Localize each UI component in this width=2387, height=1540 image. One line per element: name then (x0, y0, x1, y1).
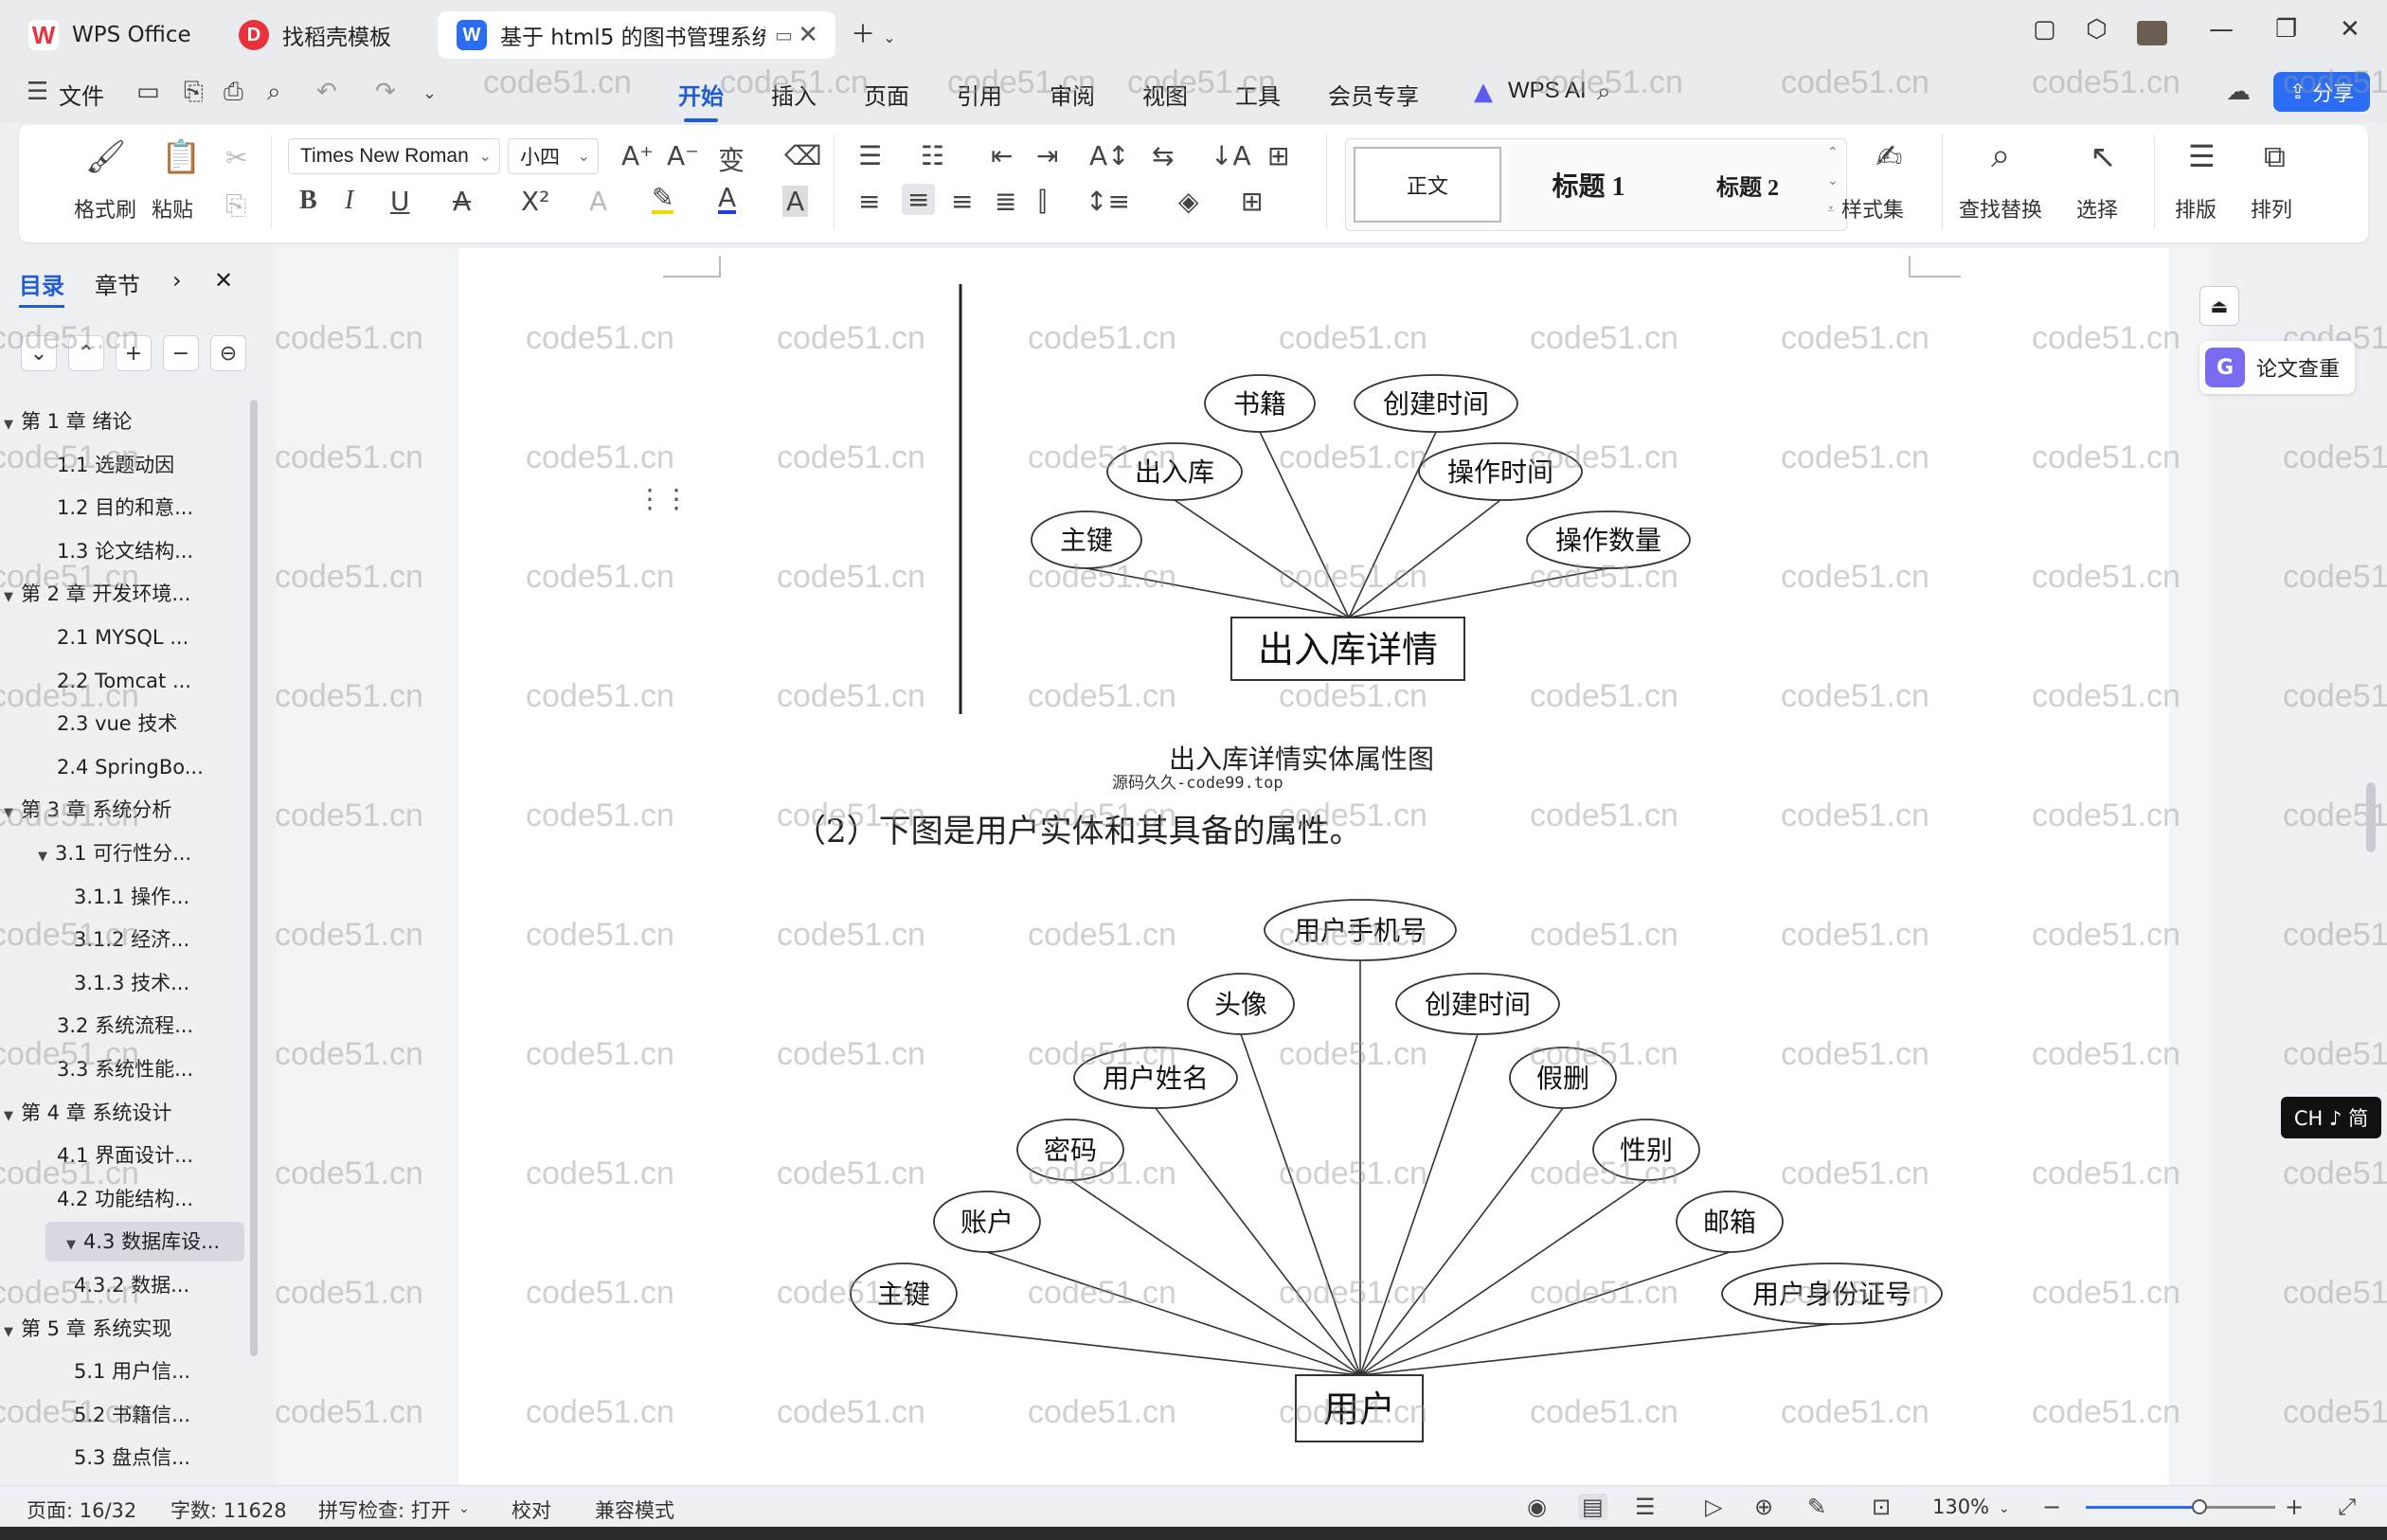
entity-label: 出入库详情 (1258, 629, 1438, 671)
zoom-slider-fill (2086, 1506, 2199, 1509)
attribute-label: 操作数量 (1555, 525, 1661, 556)
page-view-icon[interactable]: ▤ (1578, 1494, 1607, 1520)
paper-check-button[interactable]: G 论文查重 (2199, 341, 2355, 394)
zoom-slider[interactable] (2086, 1499, 2275, 1514)
relationship-line (1086, 567, 1350, 618)
attribute-label: 主键 (877, 1279, 930, 1310)
paper-check-icon: G (2205, 348, 2245, 387)
source-note: 源码久久-code99.top (1112, 774, 1283, 793)
relationship-line (1174, 499, 1350, 618)
page-corner-mark (1909, 256, 1961, 278)
pen-icon[interactable]: ✎ (1807, 1494, 1826, 1520)
spell-check[interactable]: 拼写检查: 打开 (318, 1495, 451, 1524)
attribute-label: 假删 (1536, 1063, 1589, 1094)
attribute-label: 主键 (1060, 525, 1113, 556)
fullscreen-icon[interactable]: ⤢ (2338, 1494, 2356, 1520)
relationship-line (1069, 1179, 1361, 1376)
relationship-line (1359, 1033, 1479, 1376)
page-corner-mark (663, 256, 721, 278)
attribute-label: 用户身份证号 (1752, 1279, 1911, 1310)
relationship-line (986, 1251, 1361, 1376)
attribute-label: 邮箱 (1703, 1207, 1756, 1238)
attribute-label: 用户手机号 (1294, 915, 1427, 946)
proofread[interactable]: 校对 (512, 1495, 551, 1524)
fit-icon[interactable]: ⊡ (1872, 1494, 1891, 1520)
attribute-label: 性别 (1620, 1135, 1673, 1166)
ime-indicator[interactable]: CH ♪ 简 (2281, 1097, 2381, 1138)
collapse-panel-icon[interactable]: ⏏ (2199, 286, 2239, 326)
page-indicator[interactable]: 页面: 16/32 (27, 1495, 136, 1524)
relationship-line (1259, 431, 1350, 618)
zoom-slider-knob[interactable] (2192, 1499, 2207, 1514)
attribute-label: 头像 (1214, 989, 1267, 1020)
attribute-label: 账户 (960, 1207, 1014, 1238)
eye-icon[interactable]: ◉ (1527, 1494, 1547, 1520)
body-paragraph: （2）下图是用户实体和其具备的属性。 (794, 813, 1362, 851)
zoom-level[interactable]: 130% (1932, 1495, 1989, 1518)
relationship-line (1359, 1251, 1731, 1376)
outline-view-icon[interactable]: ☰ (1635, 1494, 1656, 1520)
play-icon[interactable]: ▷ (1705, 1494, 1722, 1520)
attribute-label: 创建时间 (1383, 388, 1489, 420)
attribute-label: 书籍 (1233, 388, 1286, 420)
attribute-label: 创建时间 (1425, 989, 1531, 1020)
relationship-line (1359, 1323, 1833, 1376)
status-bar: 页面: 16/32 字数: 11628 拼写检查: 打开 ⌄ 校对 兼容模式 ◉… (0, 1485, 2387, 1527)
chevron-down-icon[interactable]: ⌄ (1999, 1501, 2010, 1516)
relationship-line (1348, 567, 1609, 618)
word-count[interactable]: 字数: 11628 (170, 1495, 287, 1524)
relationship-line (1155, 1107, 1361, 1376)
attribute-label: 用户姓名 (1103, 1063, 1209, 1094)
web-view-icon[interactable]: ⊕ (1754, 1494, 1773, 1520)
taskbar-strip (0, 1527, 2387, 1540)
drag-handle-icon[interactable]: ⋮⋮ (637, 483, 690, 514)
relationship-line (903, 1323, 1361, 1376)
attribute-label: 密码 (1044, 1135, 1097, 1166)
relationship-line (1240, 1033, 1361, 1376)
paper-check-label: 论文查重 (2256, 358, 2341, 382)
document-scrollbar[interactable] (2366, 782, 2376, 852)
relationship-line (1359, 1179, 1647, 1376)
relationship-line (1348, 431, 1437, 618)
relationship-line (1359, 1107, 1564, 1376)
chevron-down-icon[interactable]: ⌄ (458, 1501, 470, 1516)
zoom-out-icon[interactable]: − (2042, 1494, 2061, 1520)
attribute-label: 出入库 (1135, 457, 1214, 488)
compat-mode[interactable]: 兼容模式 (595, 1495, 674, 1524)
attribute-label: 操作时间 (1447, 457, 1553, 488)
diagram-inventory-detail: 主键 出入库 书籍 创建时间操作时间操作数量出入库详情 (1031, 374, 1691, 681)
entity-label: 用户 (1323, 1388, 1395, 1430)
relationship-line (1348, 499, 1501, 618)
diagram-user: 主键 账户 密码 用户姓名 头像 用户手机号创建时间假删性别邮箱用户身份证号用户 (850, 899, 1943, 1442)
zoom-in-icon[interactable]: + (2285, 1494, 2304, 1520)
